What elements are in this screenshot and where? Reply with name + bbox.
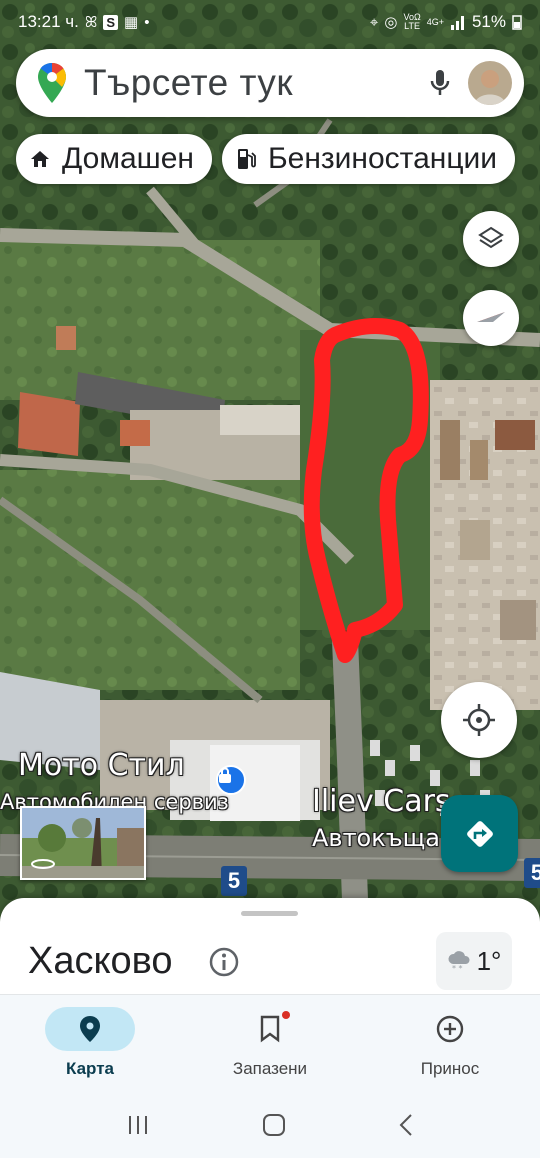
directions-icon [466, 820, 493, 847]
hotspot-icon: ◎ [384, 13, 398, 31]
add-circle-icon [436, 1015, 464, 1043]
status-time: 13:21 ч. [18, 12, 79, 31]
location-icon: ⌖ [369, 13, 379, 31]
calendar-icon: ▦ [124, 13, 139, 31]
compass-button[interactable] [463, 290, 519, 346]
nav-label-contribute: Принос [420, 1059, 480, 1078]
svg-text:* *: * * [452, 964, 463, 972]
layers-button[interactable] [463, 211, 519, 267]
quick-filter-chips: Домашен Бензиностанции [16, 134, 516, 184]
back-icon[interactable] [398, 1113, 414, 1137]
account-avatar[interactable] [468, 61, 512, 105]
place-bottom-sheet[interactable]: Хасково * * 1° [0, 898, 540, 998]
nav-saved[interactable]: Запазени [180, 995, 360, 1092]
place-title: Хасково [28, 940, 173, 982]
street-view-thumbnail[interactable] [20, 806, 146, 880]
profile-photo [468, 61, 512, 105]
microphone-icon[interactable] [430, 68, 450, 98]
road-shield-right: 5 [524, 858, 540, 888]
recent-apps-icon[interactable] [126, 1114, 150, 1136]
battery-icon [512, 15, 522, 30]
chip-gas-stations-label: Бензиностанции [267, 142, 498, 175]
info-icon[interactable] [208, 946, 240, 978]
nav-label-map: Карта [66, 1059, 114, 1078]
nav-contribute[interactable]: Принос [360, 995, 540, 1092]
rotate-360-icon [31, 859, 55, 869]
road-shield-left: 5 [221, 866, 247, 896]
poi-moto-stil-name[interactable]: Мото Стил [18, 748, 185, 783]
home-button-icon[interactable] [262, 1113, 286, 1137]
saved-notification-dot [282, 1011, 290, 1019]
sheet-drag-handle[interactable] [241, 911, 298, 916]
status-bar: 13:21 ч. ꕤ S ▦ • ⌖ ◎ VoΩ LTE 4G+ 51% [0, 0, 540, 44]
lock-icon [219, 767, 231, 783]
home-icon [31, 151, 49, 167]
map-pin-icon [80, 1016, 100, 1042]
compass-icon [477, 312, 505, 322]
nav-explore-map[interactable]: Карта [0, 995, 180, 1092]
signal-icon [450, 16, 464, 30]
search-input[interactable]: Търсете тук [84, 62, 430, 104]
google-maps-logo-icon [38, 63, 66, 103]
my-location-button[interactable] [441, 682, 517, 758]
system-navigation-bar [0, 1092, 540, 1158]
chip-home-label: Домашен [62, 142, 194, 175]
poi-iliev-cars-name[interactable]: Iliev Cars [312, 784, 451, 819]
crosshair-location-icon [463, 704, 495, 736]
chip-home[interactable]: Домашен [16, 134, 212, 184]
search-bar[interactable]: Търсете тук [16, 49, 524, 117]
temperature: 1° [476, 945, 502, 976]
weather-chip[interactable]: * * 1° [436, 932, 512, 990]
chip-gas-stations[interactable]: Бензиностанции [221, 134, 516, 184]
poi-lock-marker[interactable] [216, 765, 246, 795]
dot-icon: • [144, 13, 150, 31]
network-type: 4G+ [426, 16, 444, 27]
layers-icon [478, 226, 504, 249]
bookmark-icon [260, 1015, 280, 1043]
directions-button[interactable] [441, 795, 518, 872]
poi-iliev-cars-category: Автокъща [312, 824, 440, 852]
battery-percent: 51% [471, 12, 506, 31]
volte-indicator: VoΩ LTE [403, 12, 421, 31]
nav-label-saved: Запазени [232, 1059, 308, 1078]
bottom-navigation: Карта Запазени Принос [0, 994, 540, 1092]
nav-active-indicator [45, 1007, 135, 1051]
bluetooth-icon: ꕤ [84, 13, 98, 31]
snow-cloud-icon: * * [448, 951, 470, 972]
gas-station-icon [237, 149, 256, 169]
s-app-icon: S [103, 14, 119, 30]
